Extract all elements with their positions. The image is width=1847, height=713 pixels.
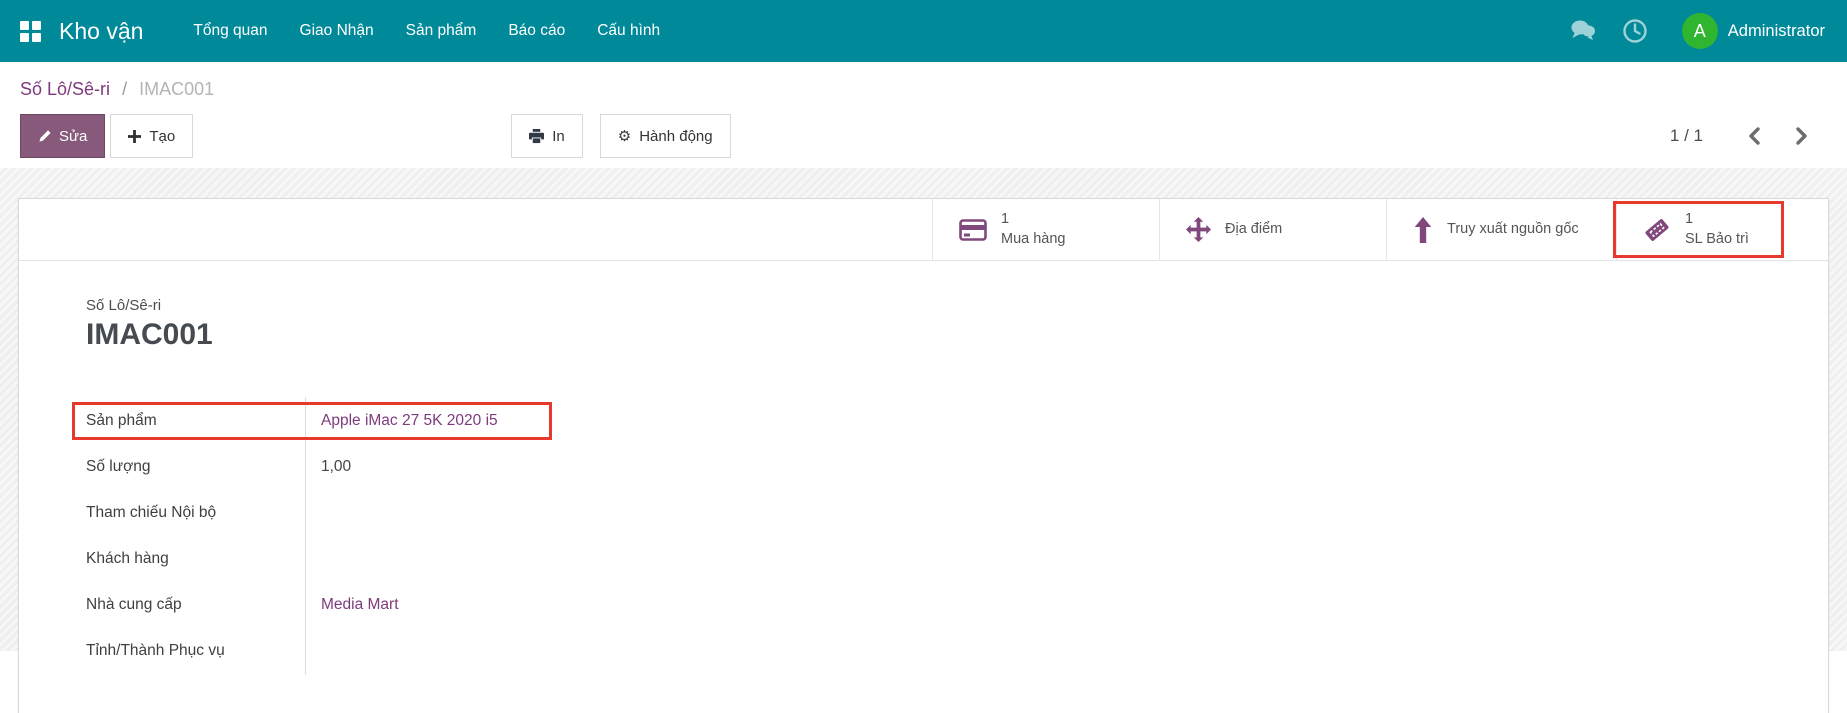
control-panel: Số Lô/Sê-ri / IMAC001 Sửa Tạo	[0, 62, 1847, 168]
breadcrumb-current: IMAC001	[139, 79, 214, 99]
plus-icon	[128, 130, 141, 143]
field-label: Tỉnh/Thành Phục vụ	[86, 642, 305, 660]
field-label: Nhà cung cấp	[86, 596, 305, 614]
product-link[interactable]: Apple iMac 27 5K 2020 i5	[305, 398, 986, 444]
field-label: Tham chiếu Nội bộ	[86, 504, 305, 522]
menu-item-configuration[interactable]: Cấu hình	[581, 0, 676, 62]
record-title: IMAC001	[86, 318, 1828, 352]
credit-card-icon	[959, 219, 987, 241]
menu-item-transfers[interactable]: Giao Nhận	[284, 0, 390, 62]
activities-clock-icon[interactable]	[1622, 18, 1648, 44]
edit-button[interactable]: Sửa	[20, 114, 105, 158]
top-navbar: Kho vận Tổng quan Giao Nhận Sản phẩm Báo…	[0, 0, 1847, 62]
pencil-icon	[38, 130, 51, 143]
printer-icon	[529, 129, 544, 144]
smart-button-label: SL Bảo trì	[1685, 231, 1749, 247]
action-menu-button[interactable]: ⚙ Hành động	[600, 114, 731, 158]
field-list: Sản phẩm Apple iMac 27 5K 2020 i5 Số lượ…	[86, 398, 986, 674]
form-sheet: 1 Mua hàng Địa điểm Truy xuất n	[18, 198, 1829, 713]
smart-button-label: Địa điểm	[1225, 220, 1282, 240]
smart-button-count: 1	[1001, 211, 1009, 227]
smart-button-maintenance[interactable]: 1 SL Bảo trì	[1616, 199, 1776, 260]
breadcrumb: Số Lô/Sê-ri / IMAC001	[20, 78, 1817, 100]
pager: 1 / 1	[1670, 121, 1817, 151]
breadcrumb-separator: /	[122, 79, 127, 99]
record-title-label: Số Lô/Sê-ri	[86, 297, 1828, 314]
smart-button-row: 1 Mua hàng Địa điểm Truy xuất n	[19, 199, 1828, 261]
ticket-icon	[1643, 216, 1671, 244]
content-area: 1 Mua hàng Địa điểm Truy xuất n	[0, 168, 1847, 651]
smart-button-label: Mua hàng	[1001, 231, 1066, 247]
user-menu[interactable]: A Administrator	[1682, 13, 1825, 49]
field-row-customer: Khách hàng	[86, 536, 986, 582]
form-body: Số Lô/Sê-ri IMAC001 Sản phẩm Apple iMac …	[19, 261, 1828, 674]
internal-reference-value	[305, 490, 986, 536]
pager-value: 1 / 1	[1670, 126, 1703, 146]
field-label: Sản phẩm	[86, 412, 305, 430]
smart-button-count: 1	[1685, 211, 1693, 227]
create-button[interactable]: Tạo	[110, 114, 193, 158]
smart-button-traceability[interactable]: Truy xuất nguồn gốc	[1386, 199, 1616, 260]
smart-button-location[interactable]: Địa điểm	[1159, 199, 1386, 260]
menu-item-products[interactable]: Sản phẩm	[390, 0, 493, 62]
main-menu: Tổng quan Giao Nhận Sản phẩm Báo cáo Cấu…	[177, 0, 676, 62]
avatar[interactable]: A	[1682, 13, 1718, 49]
apps-menu-icon[interactable]	[20, 21, 41, 42]
messages-icon[interactable]	[1570, 18, 1596, 44]
move-arrows-icon	[1186, 217, 1211, 242]
menu-item-overview[interactable]: Tổng quan	[177, 0, 283, 62]
field-row-quantity: Số lượng 1,00	[86, 444, 986, 490]
smart-button-purchases[interactable]: 1 Mua hàng	[932, 199, 1159, 260]
action-button-row: Sửa Tạo In ⚙	[20, 114, 1817, 158]
field-row-vendor: Nhà cung cấp Media Mart	[86, 582, 986, 628]
field-row-product: Sản phẩm Apple iMac 27 5K 2020 i5	[86, 398, 986, 444]
smart-button-label: Truy xuất nguồn gốc	[1447, 220, 1579, 240]
province-value	[305, 628, 986, 674]
breadcrumb-parent-link[interactable]: Số Lô/Sê-ri	[20, 79, 110, 99]
vendor-link[interactable]: Media Mart	[305, 582, 986, 628]
pager-next-icon[interactable]	[1787, 121, 1817, 151]
customer-value	[305, 536, 986, 582]
print-button[interactable]: In	[511, 114, 583, 158]
field-row-province: Tỉnh/Thành Phục vụ	[86, 628, 986, 674]
menu-item-reports[interactable]: Báo cáo	[492, 0, 581, 62]
quantity-value: 1,00	[305, 444, 986, 490]
app-title[interactable]: Kho vận	[59, 18, 143, 45]
field-label: Khách hàng	[86, 550, 305, 568]
gear-icon: ⚙	[618, 129, 631, 144]
pager-previous-icon[interactable]	[1739, 121, 1769, 151]
field-row-internal-reference: Tham chiếu Nội bộ	[86, 490, 986, 536]
arrow-up-icon	[1413, 217, 1433, 243]
user-name: Administrator	[1728, 22, 1825, 41]
field-label: Số lượng	[86, 458, 305, 476]
